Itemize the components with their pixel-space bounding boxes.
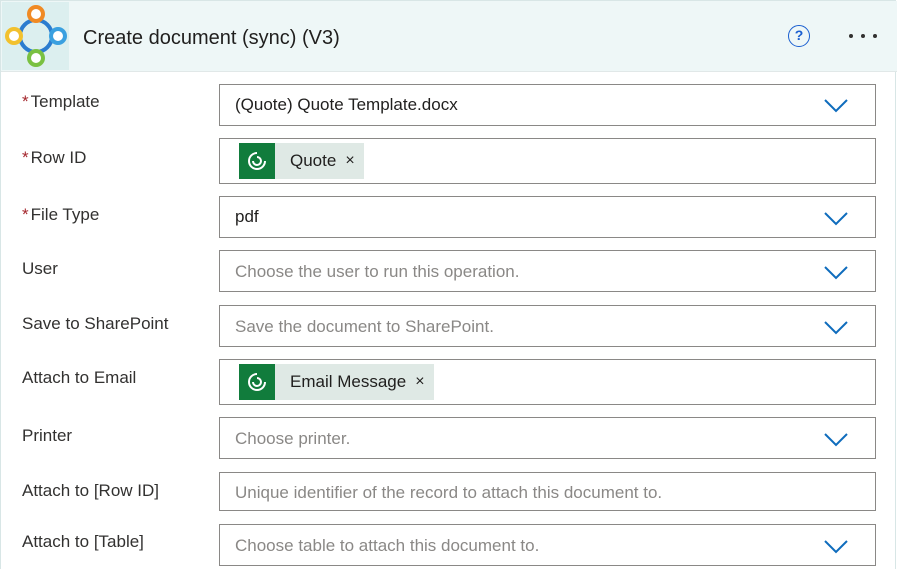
dataverse-icon	[239, 143, 275, 179]
template-label-text: Template	[30, 92, 100, 111]
attach-to-row-id-input[interactable]: Unique identifier of the record to attac…	[219, 472, 876, 511]
save-to-sharepoint-label: Save to SharePoint	[22, 314, 169, 333]
required-mark: *	[22, 148, 29, 167]
printer-placeholder: Choose printer.	[235, 429, 351, 448]
required-mark: *	[22, 92, 29, 111]
user-label: User	[22, 259, 58, 278]
row-id-label: * Row ID	[22, 148, 86, 168]
chevron-down-icon[interactable]	[824, 99, 848, 113]
dataverse-icon	[239, 364, 275, 400]
chevron-down-icon[interactable]	[824, 433, 848, 447]
file-type-dropdown[interactable]: pdf	[219, 196, 876, 238]
attach-to-row-id-label: Attach to [Row ID]	[22, 481, 159, 500]
user-dropdown[interactable]: Choose the user to run this operation.	[219, 250, 876, 292]
template-dropdown[interactable]: (Quote) Quote Template.docx	[219, 84, 876, 126]
template-value: (Quote) Quote Template.docx	[235, 95, 458, 114]
attach-to-table-row: Attach to [Table] Choose table to attach…	[1, 524, 897, 566]
row-id-token[interactable]: Quote ×	[239, 143, 364, 179]
chevron-down-icon[interactable]	[824, 321, 848, 335]
printer-dropdown[interactable]: Choose printer.	[219, 417, 876, 459]
template-label: * Template	[22, 92, 100, 112]
printer-row: Printer Choose printer.	[1, 417, 897, 459]
more-options-button[interactable]	[845, 23, 881, 47]
attach-to-email-row: Attach to Email Email Message ×	[1, 359, 897, 405]
row-id-row: * Row ID Quote ×	[1, 138, 897, 184]
row-id-label-text: Row ID	[30, 148, 87, 167]
card-title: Create document (sync) (V3)	[83, 27, 340, 49]
attach-to-row-id-row: Attach to [Row ID] Unique identifier of …	[1, 472, 897, 511]
chevron-down-icon[interactable]	[824, 266, 848, 280]
more-dot-icon	[861, 34, 865, 38]
attach-to-email-label: Attach to Email	[22, 368, 137, 387]
more-dot-icon	[849, 34, 853, 38]
row-id-input[interactable]: Quote ×	[219, 138, 876, 184]
email-message-token[interactable]: Email Message ×	[239, 364, 434, 400]
more-dot-icon	[873, 34, 877, 38]
file-type-label: * File Type	[22, 205, 99, 225]
attach-to-table-label: Attach to [Table]	[22, 532, 144, 551]
file-type-label-text: File Type	[30, 205, 100, 224]
attach-to-table-placeholder: Choose table to attach this document to.	[235, 536, 540, 555]
remove-token-icon[interactable]: ×	[415, 373, 424, 391]
chevron-down-icon[interactable]	[824, 540, 848, 554]
template-row: * Template (Quote) Quote Template.docx	[1, 84, 897, 126]
connector-logo-icon	[2, 2, 69, 70]
attach-to-email-input[interactable]: Email Message ×	[219, 359, 876, 405]
required-mark: *	[22, 205, 29, 224]
save-to-sharepoint-placeholder: Save the document to SharePoint.	[235, 317, 494, 336]
help-icon[interactable]: ?	[788, 25, 810, 47]
chevron-down-icon[interactable]	[824, 212, 848, 226]
save-to-sharepoint-dropdown[interactable]: Save the document to SharePoint.	[219, 305, 876, 347]
remove-token-icon[interactable]: ×	[345, 152, 354, 170]
file-type-value: pdf	[235, 207, 259, 226]
action-card: Create document (sync) (V3) ? * Template …	[0, 0, 897, 569]
file-type-row: * File Type pdf	[1, 196, 897, 238]
user-row: User Choose the user to run this operati…	[1, 250, 897, 292]
email-message-token-label: Email Message	[290, 372, 407, 391]
save-to-sharepoint-row: Save to SharePoint Save the document to …	[1, 305, 897, 347]
row-id-token-label: Quote	[290, 151, 337, 170]
printer-label: Printer	[22, 426, 73, 445]
card-header[interactable]: Create document (sync) (V3) ?	[1, 1, 897, 72]
attach-to-row-id-placeholder: Unique identifier of the record to attac…	[235, 483, 663, 502]
user-placeholder: Choose the user to run this operation.	[235, 262, 520, 281]
attach-to-table-dropdown[interactable]: Choose table to attach this document to.	[219, 524, 876, 566]
